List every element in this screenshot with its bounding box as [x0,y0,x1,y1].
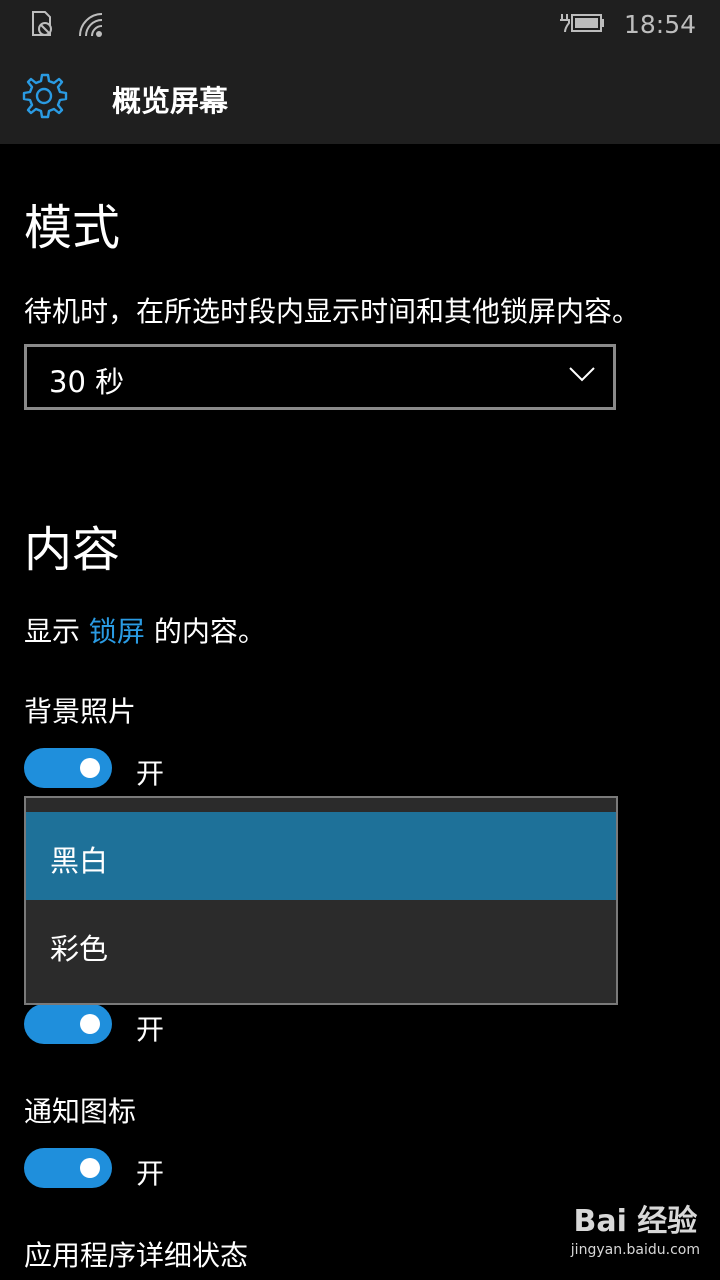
notification-icons-label: 通知图标 [24,1095,137,1128]
dropdown-option-color[interactable]: 彩色 [26,900,616,988]
background-photo-toggle[interactable] [24,748,112,788]
color-toggle-state: 开 [136,1013,165,1046]
dropdown-option-label: 彩色 [50,932,109,966]
watermark-logo: Bai 经验 [573,1204,698,1239]
gear-icon [20,72,68,120]
app-header: 概览屏幕 [0,50,720,144]
color-toggle[interactable] [24,1004,112,1044]
color-mode-dropdown: 黑白 彩色 [24,796,618,1005]
notification-icons-toggle-state: 开 [136,1157,165,1190]
page-title: 概览屏幕 [112,84,229,118]
content-description-prefix: 显示 [24,615,89,648]
content-heading: 内容 [24,522,121,578]
app-detailed-status-label: 应用程序详细状态 [24,1239,249,1272]
screen: 18:54 概览屏幕 模式 待机时，在所选时段内显示时间和其他锁屏内容。 30 … [0,0,720,1280]
status-bar: 18:54 [0,0,720,50]
wifi-icon [76,10,106,42]
dropdown-option-bw[interactable]: 黑白 [26,812,616,900]
clock: 18:54 [623,9,696,39]
content-description: 显示 锁屏 的内容。 [24,610,266,650]
timeout-select[interactable]: 30 秒 [24,344,616,410]
chevron-down-icon [569,366,595,386]
screen-lock-icon [30,10,56,42]
toggle-knob [80,758,100,778]
toggle-knob [80,1014,100,1034]
background-photo-label: 背景照片 [24,695,137,728]
toggle-knob [80,1158,100,1178]
dropdown-option-label: 黑白 [50,844,109,878]
baidu-watermark: Bai 经验 jingyan.baidu.com [571,1196,700,1258]
battery-charging-icon [559,8,606,40]
notification-icons-toggle[interactable] [24,1148,112,1188]
lock-screen-link[interactable]: 锁屏 [89,615,145,648]
mode-heading: 模式 [24,200,121,256]
background-photo-toggle-state: 开 [136,757,165,790]
content-description-suffix: 的内容。 [144,615,266,648]
timeout-select-value: 30 秒 [49,365,125,399]
watermark-url: jingyan.baidu.com [570,1242,700,1258]
mode-description: 待机时，在所选时段内显示时间和其他锁屏内容。 [24,295,641,328]
